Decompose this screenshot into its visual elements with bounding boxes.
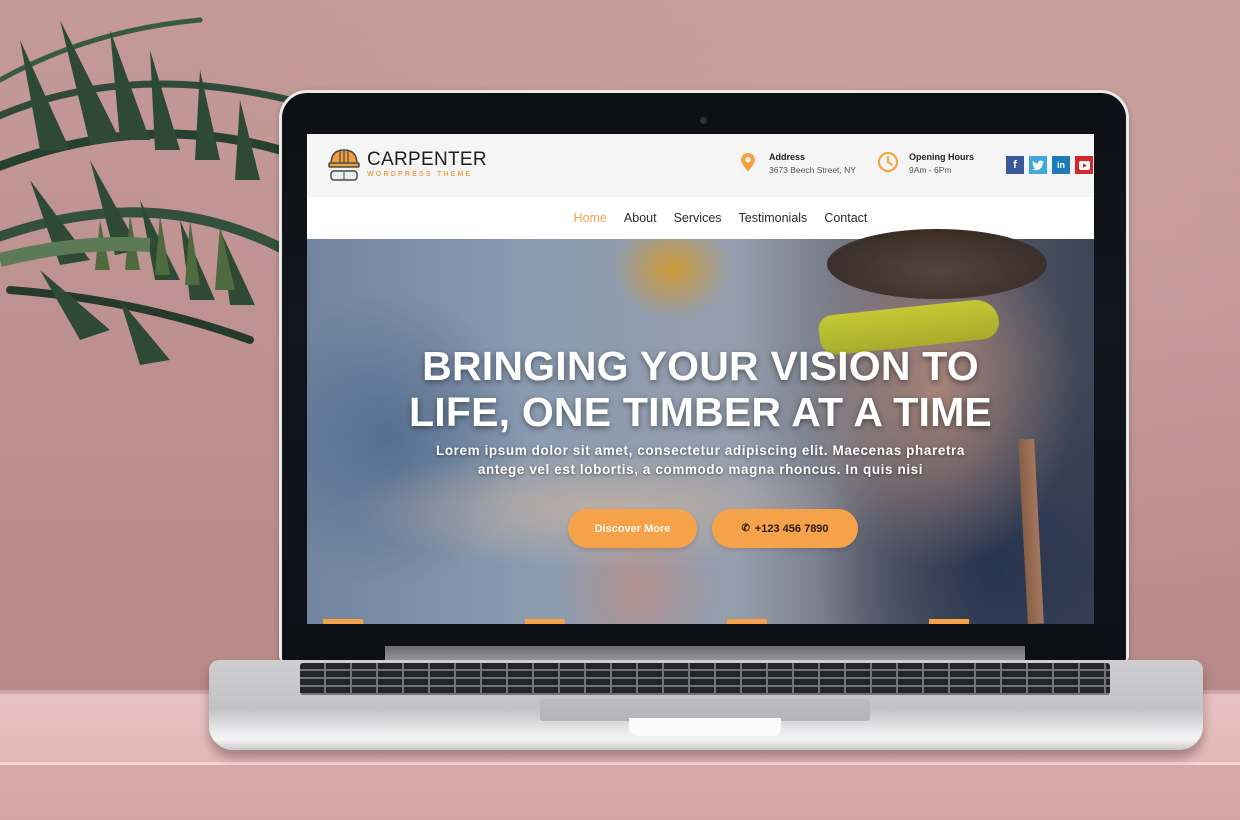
lid-notch (629, 718, 781, 736)
slide-indicator-2[interactable] (525, 619, 565, 624)
brand-name: CARPENTER (367, 148, 487, 170)
slide-indicator-1[interactable] (323, 619, 363, 624)
hero-banner: BRINGING YOUR VISION TO LIFE, ONE TIMBER… (307, 229, 1094, 624)
site-topbar: CARPENTER WORDPRESS THEME Address 3673 B… (307, 134, 1094, 197)
social-links: f in (1006, 156, 1093, 174)
hard-hat-goggles-icon (328, 149, 360, 181)
clock-icon (877, 151, 899, 173)
phone-number: +123 456 7890 (754, 522, 829, 535)
address-value: 3673 Beech Street, NY (769, 165, 856, 175)
hours-info: Opening Hours 9Am - 6Pm (877, 151, 974, 177)
slide-indicator-3[interactable] (727, 619, 767, 624)
twitter-icon[interactable] (1029, 156, 1047, 174)
phone-icon: ✆ (741, 523, 750, 534)
site-logo[interactable]: CARPENTER WORDPRESS THEME (327, 146, 487, 182)
discover-more-button[interactable]: Discover More (568, 509, 697, 548)
nav-contact[interactable]: Contact (824, 211, 867, 225)
youtube-icon[interactable] (1075, 156, 1093, 174)
brand-tagline: WORDPRESS THEME (367, 170, 473, 178)
hero-desc-line-1: Lorem ipsum dolor sit amet, consectetur … (435, 443, 966, 458)
laptop-base (209, 660, 1203, 750)
desk-front (0, 765, 1240, 820)
hours-title: Opening Hours (909, 152, 974, 162)
facebook-icon[interactable]: f (1006, 156, 1024, 174)
webcam-icon (700, 117, 707, 124)
palm-plant (0, 17, 294, 365)
slide-indicator-4[interactable] (929, 619, 969, 624)
map-pin-icon (741, 153, 755, 172)
hero-title: BRINGING YOUR VISION TO LIFE, ONE TIMBER… (307, 343, 1094, 435)
laptop-screen: CARPENTER WORDPRESS THEME Address 3673 B… (307, 134, 1094, 624)
hero-buttons: Discover More ✆ +123 456 7890 (568, 509, 858, 548)
nav-testimonials[interactable]: Testimonials (739, 211, 808, 225)
hero-content: BRINGING YOUR VISION TO LIFE, ONE TIMBER… (307, 343, 1094, 479)
hero-title-line-1: BRINGING YOUR VISION TO (422, 343, 979, 389)
linkedin-icon[interactable]: in (1052, 156, 1070, 174)
hero-title-line-2: LIFE, ONE TIMBER AT A TIME (409, 389, 992, 435)
nav-services[interactable]: Services (674, 211, 722, 225)
keyboard (300, 663, 1110, 695)
address-info: Address 3673 Beech Street, NY (737, 151, 856, 177)
nav-home[interactable]: Home (574, 211, 607, 225)
call-button[interactable]: ✆ +123 456 7890 (712, 509, 858, 548)
hours-value: 9Am - 6Pm (909, 165, 952, 175)
hero-description: Lorem ipsum dolor sit amet, consectetur … (307, 441, 1094, 479)
nav-about[interactable]: About (624, 211, 657, 225)
hero-desc-line-2: antege vel est lobortis, a commodo magna… (477, 462, 924, 477)
address-title: Address (769, 152, 806, 162)
